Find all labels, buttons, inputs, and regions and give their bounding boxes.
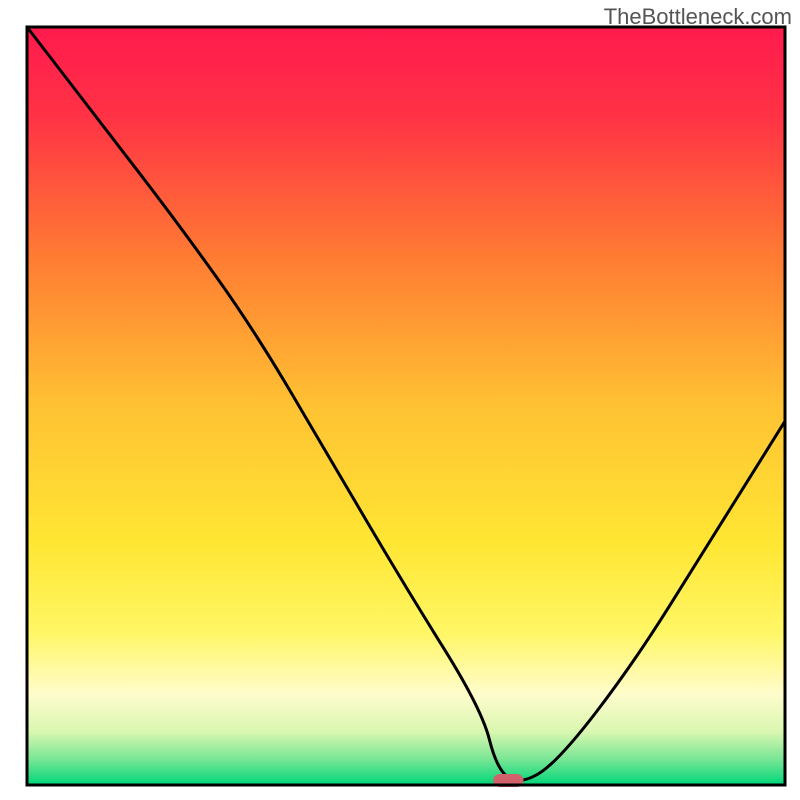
bottleneck-chart bbox=[0, 0, 800, 800]
chart-container: TheBottleneck.com bbox=[0, 0, 800, 800]
watermark-text: TheBottleneck.com bbox=[604, 4, 792, 30]
chart-background-gradient bbox=[27, 27, 785, 785]
